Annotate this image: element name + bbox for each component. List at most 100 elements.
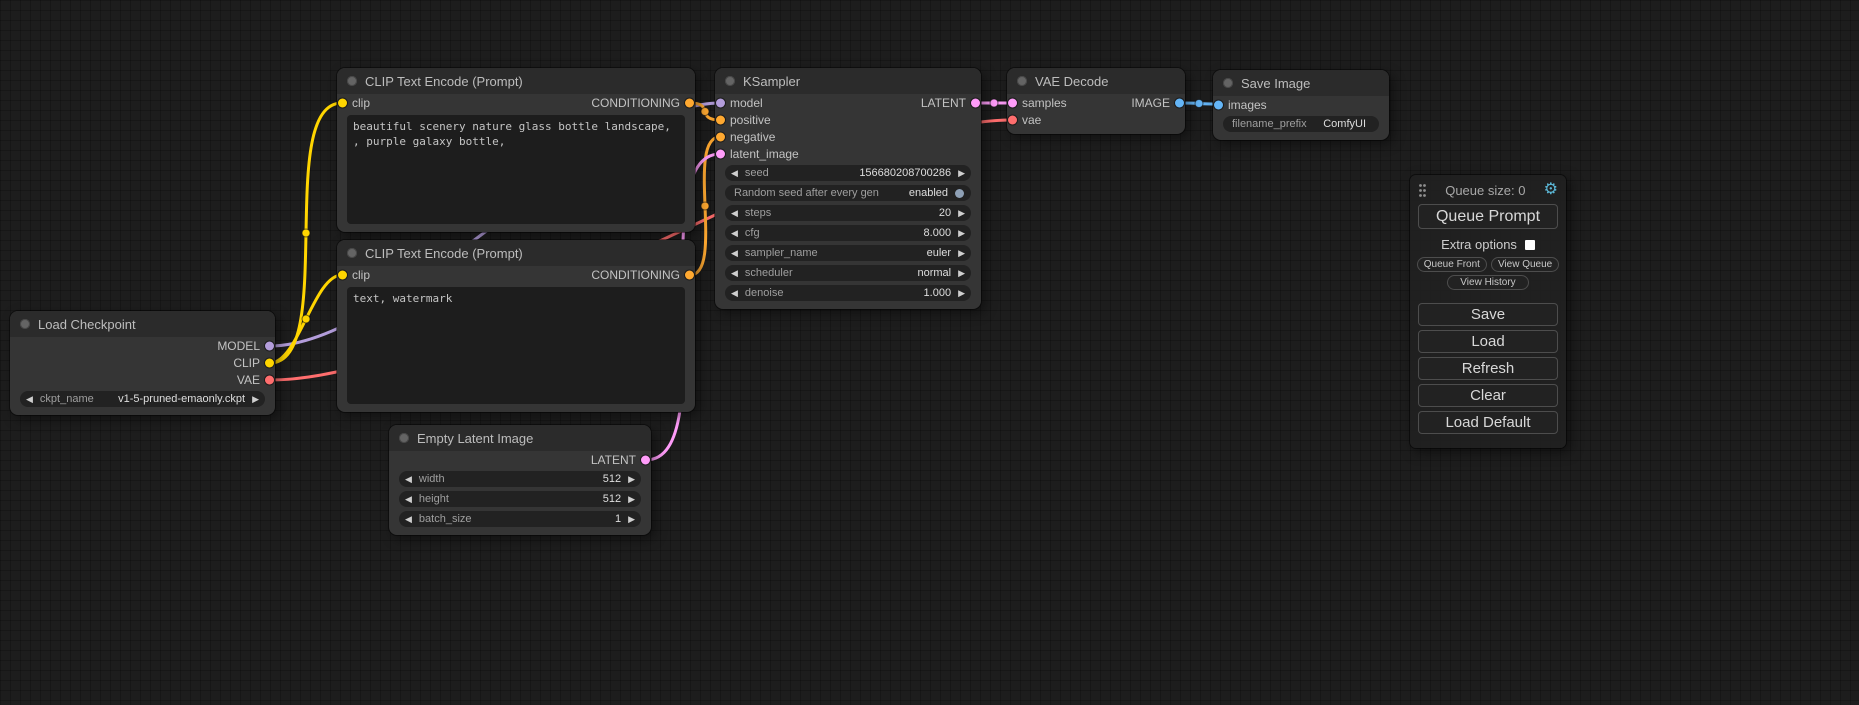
node-ksampler[interactable]: KSampler model LATENT positive negative …	[715, 68, 981, 309]
widget-filename-prefix[interactable]: filename_prefix ComfyUI	[1223, 116, 1379, 132]
input-slot-images[interactable]	[1214, 100, 1223, 109]
increment-arrow-icon[interactable]: ▶	[628, 495, 635, 504]
increment-arrow-icon[interactable]: ▶	[958, 229, 965, 238]
output-slot-model[interactable]	[265, 341, 274, 350]
input-label-negative: negative	[730, 130, 775, 144]
widget-value: 8.000	[924, 227, 952, 239]
decrement-arrow-icon[interactable]: ◀	[405, 475, 412, 484]
load-button[interactable]: Load	[1418, 330, 1558, 353]
node-header[interactable]: VAE Decode	[1007, 68, 1185, 94]
increment-arrow-icon[interactable]: ▶	[958, 209, 965, 218]
node-header[interactable]: Load Checkpoint	[10, 311, 275, 337]
node-vae-decode[interactable]: VAE Decode samples IMAGE vae	[1007, 68, 1185, 134]
node-title: Empty Latent Image	[417, 431, 533, 446]
negative-prompt-textarea[interactable]: text, watermark	[347, 287, 685, 404]
load-default-button[interactable]: Load Default	[1418, 411, 1558, 434]
input-slot-positive[interactable]	[716, 115, 725, 124]
queue-front-button[interactable]: Queue Front	[1417, 257, 1487, 272]
graph-canvas[interactable]: Load Checkpoint MODEL CLIP VAE ◀ ckpt_na…	[0, 0, 1859, 705]
view-history-button[interactable]: View History	[1447, 275, 1529, 290]
collapse-dot-icon[interactable]	[399, 433, 409, 443]
widget-denoise[interactable]: ◀ denoise 1.000 ▶	[725, 285, 971, 301]
collapse-dot-icon[interactable]	[347, 76, 357, 86]
decrement-arrow-icon[interactable]: ◀	[731, 269, 738, 278]
node-title: CLIP Text Encode (Prompt)	[365, 246, 523, 261]
widget-steps[interactable]: ◀ steps 20 ▶	[725, 205, 971, 221]
input-slot-negative[interactable]	[716, 132, 725, 141]
slot-row: MODEL	[10, 337, 275, 354]
increment-arrow-icon[interactable]: ▶	[958, 269, 965, 278]
extra-options-checkbox[interactable]	[1525, 240, 1535, 250]
node-header[interactable]: KSampler	[715, 68, 981, 94]
increment-arrow-icon[interactable]: ▶	[958, 289, 965, 298]
refresh-button[interactable]: Refresh	[1418, 357, 1558, 380]
input-slot-vae[interactable]	[1008, 115, 1017, 124]
decrement-arrow-icon[interactable]: ◀	[731, 229, 738, 238]
input-slot-clip[interactable]	[338, 98, 347, 107]
drag-handle-icon[interactable]	[1418, 183, 1427, 198]
collapse-dot-icon[interactable]	[347, 248, 357, 258]
increment-arrow-icon[interactable]: ▶	[958, 169, 965, 178]
output-slot-conditioning[interactable]	[685, 98, 694, 107]
node-clip-text-encode-positive[interactable]: CLIP Text Encode (Prompt) clip CONDITION…	[337, 68, 695, 232]
output-slot-vae[interactable]	[265, 375, 274, 384]
widget-seed[interactable]: ◀ seed 156680208700286 ▶	[725, 165, 971, 181]
widget-label: filename_prefix	[1232, 118, 1307, 130]
node-save-image[interactable]: Save Image images filename_prefix ComfyU…	[1213, 70, 1389, 140]
widget-sampler-name[interactable]: ◀ sampler_name euler ▶	[725, 245, 971, 261]
decrement-arrow-icon[interactable]: ◀	[731, 169, 738, 178]
collapse-dot-icon[interactable]	[1223, 78, 1233, 88]
node-load-checkpoint[interactable]: Load Checkpoint MODEL CLIP VAE ◀ ckpt_na…	[10, 311, 275, 415]
input-slot-clip[interactable]	[338, 270, 347, 279]
widget-value: 1.000	[924, 287, 952, 299]
settings-gear-icon[interactable]: ⚙	[1544, 182, 1558, 198]
node-clip-text-encode-negative[interactable]: CLIP Text Encode (Prompt) clip CONDITION…	[337, 240, 695, 412]
increment-arrow-icon[interactable]: ▶	[628, 515, 635, 524]
input-slot-samples[interactable]	[1008, 98, 1017, 107]
decrement-arrow-icon[interactable]: ◀	[731, 249, 738, 258]
widget-random-seed-toggle[interactable]: Random seed after every gen enabled	[725, 185, 971, 201]
toggle-dot-icon[interactable]	[955, 189, 964, 198]
widget-label: ckpt_name	[40, 393, 94, 405]
view-queue-button[interactable]: View Queue	[1491, 257, 1559, 272]
decrement-arrow-icon[interactable]: ◀	[405, 495, 412, 504]
node-header[interactable]: Empty Latent Image	[389, 425, 651, 451]
widget-ckpt-name[interactable]: ◀ ckpt_name v1-5-pruned-emaonly.ckpt ▶	[20, 391, 265, 407]
node-header[interactable]: Save Image	[1213, 70, 1389, 96]
widget-scheduler[interactable]: ◀ scheduler normal ▶	[725, 265, 971, 281]
widget-value: 1	[615, 513, 621, 525]
widget-label: width	[419, 473, 445, 485]
node-title: Save Image	[1241, 76, 1310, 91]
node-empty-latent-image[interactable]: Empty Latent Image LATENT ◀ width 512 ▶ …	[389, 425, 651, 535]
queue-prompt-button[interactable]: Queue Prompt	[1418, 204, 1558, 229]
widget-label: cfg	[745, 227, 760, 239]
input-slot-model[interactable]	[716, 98, 725, 107]
widget-height[interactable]: ◀ height 512 ▶	[399, 491, 641, 507]
output-slot-latent[interactable]	[971, 98, 980, 107]
save-button[interactable]: Save	[1418, 303, 1558, 326]
node-header[interactable]: CLIP Text Encode (Prompt)	[337, 68, 695, 94]
decrement-arrow-icon[interactable]: ◀	[731, 289, 738, 298]
output-slot-latent[interactable]	[641, 455, 650, 464]
output-slot-conditioning[interactable]	[685, 270, 694, 279]
widget-cfg[interactable]: ◀ cfg 8.000 ▶	[725, 225, 971, 241]
output-slot-clip[interactable]	[265, 358, 274, 367]
collapse-dot-icon[interactable]	[725, 76, 735, 86]
decrement-arrow-icon[interactable]: ◀	[731, 209, 738, 218]
output-slot-image[interactable]	[1175, 98, 1184, 107]
widget-batch-size[interactable]: ◀ batch_size 1 ▶	[399, 511, 641, 527]
output-label-model: MODEL	[217, 339, 260, 353]
decrement-arrow-icon[interactable]: ◀	[405, 515, 412, 524]
increment-arrow-icon[interactable]: ▶	[628, 475, 635, 484]
positive-prompt-textarea[interactable]: beautiful scenery nature glass bottle la…	[347, 115, 685, 224]
widget-width[interactable]: ◀ width 512 ▶	[399, 471, 641, 487]
input-slot-latent-image[interactable]	[716, 149, 725, 158]
collapse-dot-icon[interactable]	[20, 319, 30, 329]
clear-button[interactable]: Clear	[1418, 384, 1558, 407]
increment-arrow-icon[interactable]: ▶	[252, 395, 259, 404]
collapse-dot-icon[interactable]	[1017, 76, 1027, 86]
decrement-arrow-icon[interactable]: ◀	[26, 395, 33, 404]
node-header[interactable]: CLIP Text Encode (Prompt)	[337, 240, 695, 266]
widget-value: euler	[927, 247, 951, 259]
increment-arrow-icon[interactable]: ▶	[958, 249, 965, 258]
